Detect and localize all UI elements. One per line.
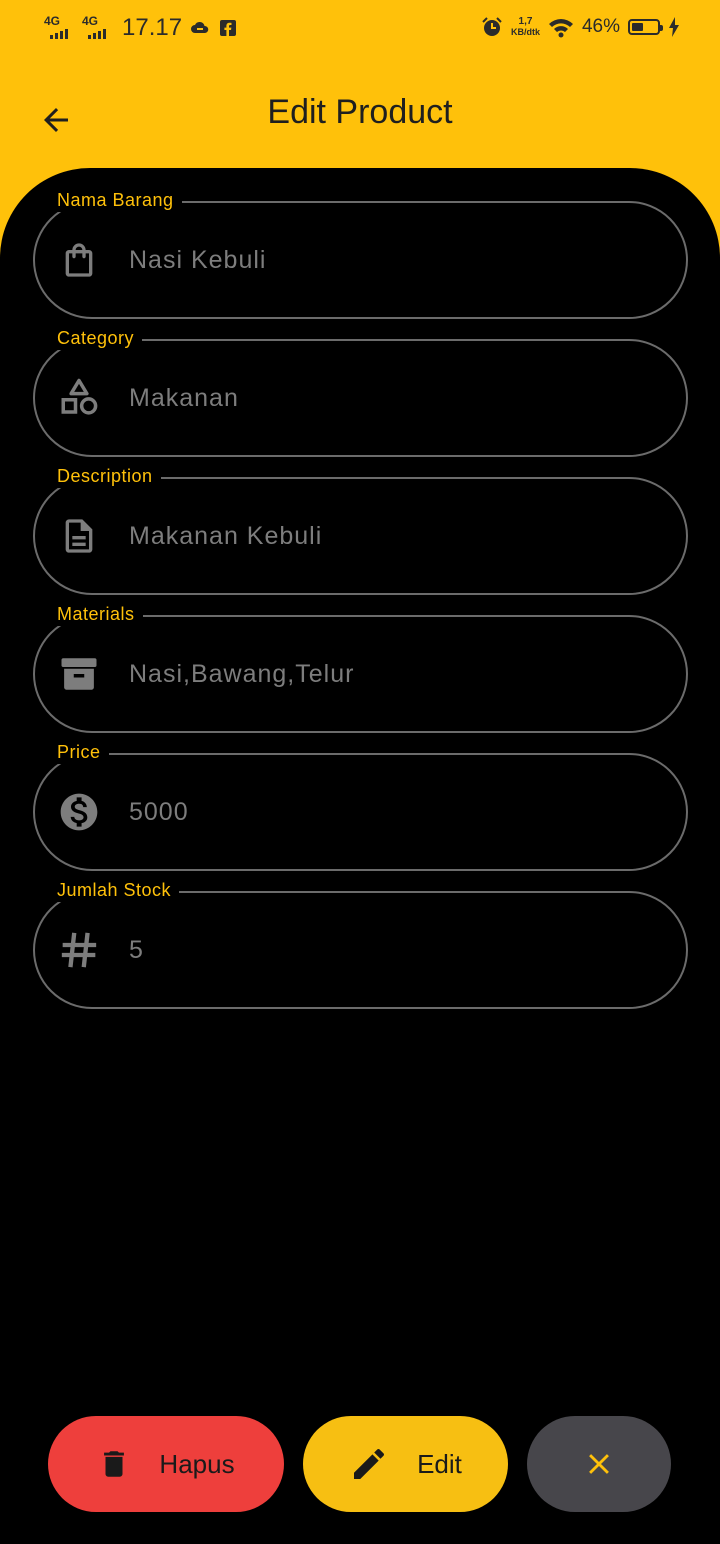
dollar-circle-icon — [57, 790, 101, 834]
category-shapes-icon — [57, 376, 101, 420]
cloud-gamepad-icon — [191, 21, 209, 33]
field-label: Price — [49, 740, 109, 764]
archive-box-icon — [57, 652, 101, 696]
network-type-label: 4G — [82, 14, 99, 28]
field-materials: Materials — [33, 602, 688, 733]
signal-bars-icon — [88, 29, 106, 39]
close-icon — [589, 1454, 609, 1474]
delete-button-label: Hapus — [159, 1448, 235, 1479]
network-speed: 1,7 KB/dtk — [510, 16, 540, 38]
field-price: Price — [33, 740, 688, 871]
nama-barang-input[interactable] — [129, 201, 649, 319]
page-title: Edit Product — [267, 93, 453, 131]
field-nama-barang: Nama Barang — [33, 188, 688, 319]
delete-button[interactable]: Hapus — [48, 1416, 284, 1512]
pencil-icon — [354, 1448, 385, 1479]
edit-button[interactable]: Edit — [303, 1416, 508, 1512]
field-category: Category — [33, 326, 688, 457]
signal-bars-icon — [50, 29, 68, 39]
battery-percent: 46% — [581, 16, 620, 37]
jumlah-stock-input[interactable] — [129, 891, 649, 1009]
status-right: 1,7 KB/dtk 46% — [481, 16, 680, 38]
trash-icon — [104, 1451, 125, 1477]
clock: 17.17 — [122, 14, 183, 41]
field-description: Description — [33, 464, 688, 595]
speed-value: 1,7 — [518, 16, 533, 27]
category-input[interactable] — [129, 339, 649, 457]
status-left: 4G 4G 17.17 — [44, 14, 238, 42]
description-input[interactable] — [129, 477, 649, 595]
shopping-bag-icon — [57, 238, 101, 282]
price-input[interactable] — [129, 753, 649, 871]
hash-icon — [57, 928, 101, 972]
form-panel: Nama Barang Category Description Materia… — [0, 168, 720, 1544]
network-type-label: 4G — [44, 14, 61, 28]
app-bar: Edit Product — [0, 58, 720, 168]
field-jumlah-stock: Jumlah Stock — [33, 878, 688, 1009]
edit-button-label: Edit — [417, 1448, 462, 1479]
speed-unit: KB/dtk — [510, 27, 540, 37]
signal-4g-2: 4G — [82, 15, 112, 41]
charging-bolt-icon — [669, 17, 679, 37]
alarm-icon — [482, 17, 502, 36]
signal-4g-1: 4G — [44, 15, 74, 41]
battery-level — [632, 23, 643, 31]
battery-icon — [628, 19, 663, 35]
materials-input[interactable] — [129, 615, 649, 733]
close-button[interactable] — [527, 1416, 671, 1512]
facebook-icon — [220, 20, 237, 36]
document-icon — [57, 514, 101, 558]
status-bar: 4G 4G 17.17 1,7 KB/dtk 46% — [0, 0, 720, 58]
wifi-icon — [548, 19, 573, 38]
